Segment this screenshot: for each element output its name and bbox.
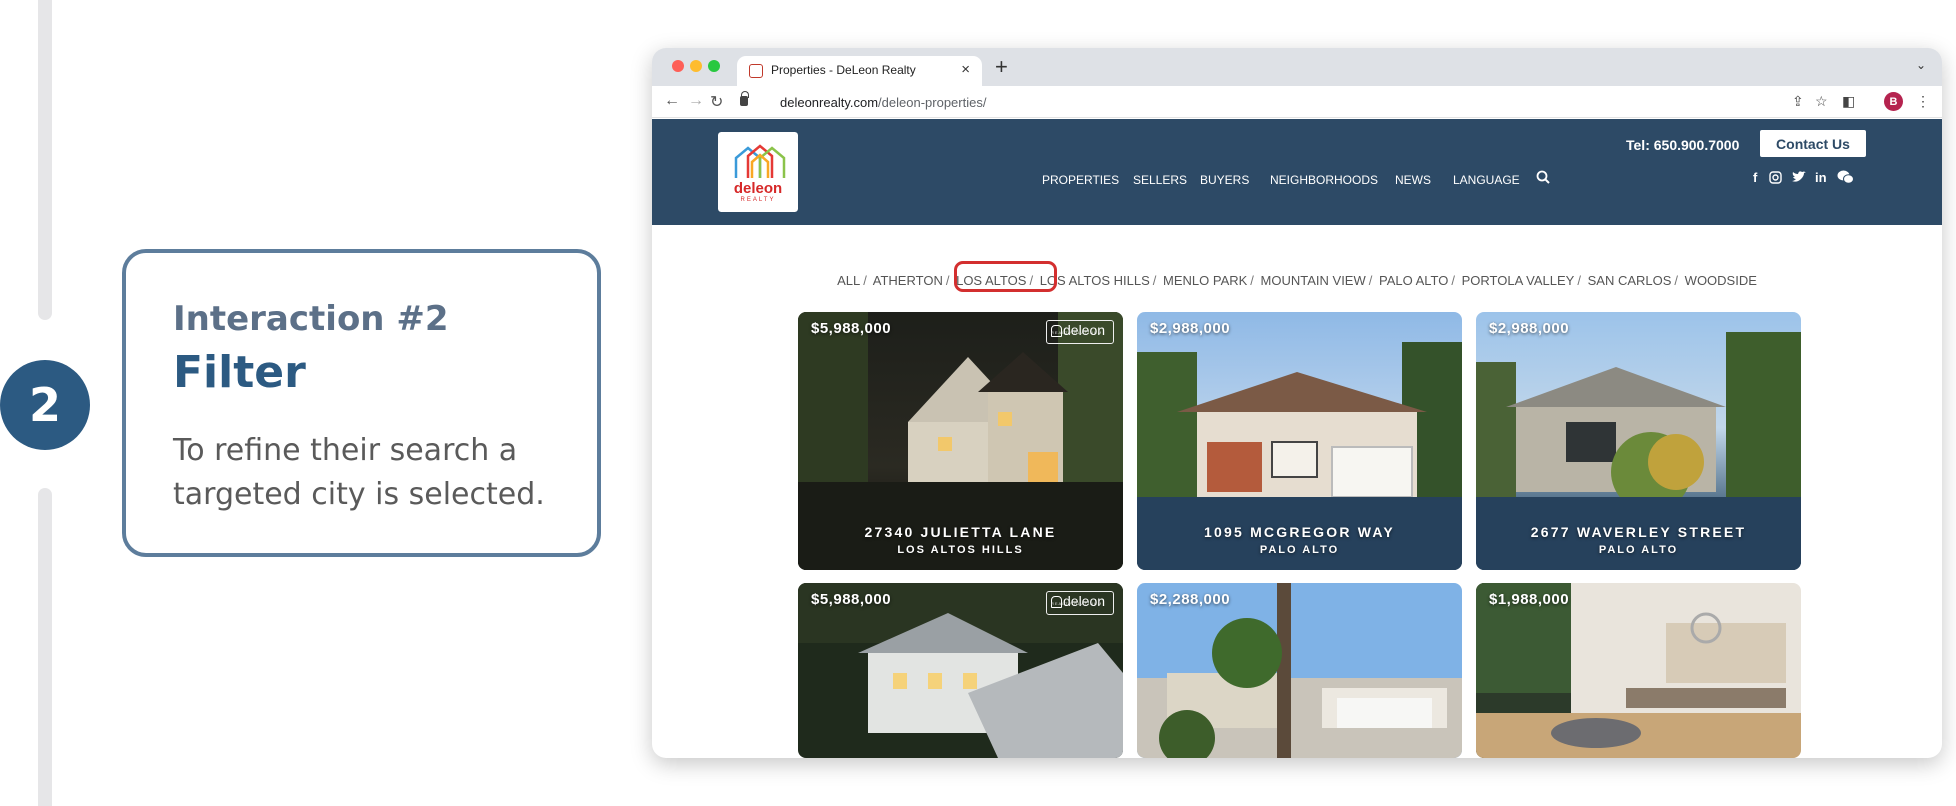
wechat-icon[interactable] (1837, 170, 1854, 184)
listing-price: $5,988,000 (811, 591, 892, 608)
site-header: deleon REALTY Tel: 650.900.7000 Contact … (652, 119, 1942, 225)
filter-portola-valley[interactable]: PORTOLA VALLEY (1462, 273, 1575, 288)
facebook-icon[interactable]: f (1753, 170, 1757, 185)
listing-price: $1,988,000 (1489, 591, 1570, 608)
listing-card-2[interactable]: $2,988,000 1095 MCGREGOR WAY PALO ALTO (1137, 312, 1462, 570)
address-bar[interactable]: deleonrealty.com/deleon-properties/ (780, 95, 986, 110)
tab-title: Properties - DeLeon Realty (771, 63, 916, 77)
filter-menlo-park[interactable]: MENLO PARK (1163, 273, 1247, 288)
filter-mountain-view[interactable]: MOUNTAIN VIEW (1261, 273, 1366, 288)
deleon-platinum-badge: deleon REALTY PLATINUM (1046, 320, 1114, 344)
new-tab-icon[interactable]: + (995, 54, 1008, 80)
logo-wordmark: deleon (733, 180, 783, 197)
window-minimize-button[interactable] (690, 60, 702, 72)
contact-us-button[interactable]: Contact Us (1760, 130, 1866, 157)
instagram-icon[interactable] (1769, 171, 1782, 184)
browser-toolbar: ← → ↻ deleonrealty.com/deleon-properties… (652, 86, 1942, 118)
step-number-badge: 2 (0, 360, 90, 450)
timeline-line-top (38, 0, 52, 320)
filter-atherton[interactable]: ATHERTON (873, 273, 943, 288)
listing-price: $5,988,000 (811, 320, 892, 337)
interaction-kicker: Interaction #2 (173, 299, 449, 339)
url-path: /deleon-properties/ (878, 95, 987, 110)
listing-photo (1137, 583, 1462, 758)
callout-card: Interaction #2 Filter To refine their se… (122, 249, 601, 557)
filter-all[interactable]: ALL (837, 273, 860, 288)
nav-properties[interactable]: PROPERTIES (1042, 173, 1119, 187)
back-arrow-icon[interactable]: ← (664, 92, 680, 110)
linkedin-icon[interactable]: in (1815, 170, 1827, 185)
side-panel-icon[interactable]: ◧ (1842, 93, 1855, 110)
tutorial-slide: 2 Interaction #2 Filter To refine their … (0, 0, 1956, 806)
listing-city: PALO ALTO (1259, 544, 1340, 556)
filter-san-carlos[interactable]: SAN CARLOS (1588, 273, 1672, 288)
window-close-button[interactable] (672, 60, 684, 72)
interaction-description: To refine their search a targeted city i… (173, 433, 545, 512)
favicon-icon (749, 64, 763, 78)
search-icon[interactable] (1536, 170, 1550, 184)
nav-sellers[interactable]: SELLERS (1133, 173, 1187, 187)
bookmark-star-icon[interactable]: ☆ (1815, 93, 1828, 110)
logo-houses-icon (734, 144, 786, 178)
deleon-platinum-badge: deleon REALTY PLATINUM (1046, 591, 1114, 615)
selected-filter-highlight (954, 261, 1057, 292)
tab-close-icon[interactable]: × (961, 61, 970, 78)
twitter-icon[interactable] (1792, 171, 1806, 183)
lock-icon[interactable] (740, 91, 749, 106)
listing-photo (1476, 583, 1801, 758)
listing-price: $2,988,000 (1150, 320, 1231, 337)
listing-card-6[interactable]: $1,988,000 (1476, 583, 1801, 758)
profile-avatar[interactable]: B (1884, 92, 1903, 111)
listing-address: 2677 WAVERLEY STREET (1530, 524, 1747, 540)
window-zoom-button[interactable] (708, 60, 720, 72)
listing-address: 27340 JULIETTA LANE (864, 524, 1057, 540)
listing-card-5[interactable]: $2,288,000 (1137, 583, 1462, 758)
listing-price: $2,988,000 (1489, 320, 1570, 337)
listing-city: LOS ALTOS HILLS (897, 544, 1024, 556)
filter-palo-alto[interactable]: PALO ALTO (1379, 273, 1448, 288)
tab-search-chevron-icon[interactable]: ⌄ (1916, 58, 1926, 72)
share-icon[interactable]: ⇪ (1792, 93, 1804, 110)
listing-card-1[interactable]: $5,988,000 deleon REALTY PLATINUM 27340 J… (798, 312, 1123, 570)
interaction-title: Filter (173, 347, 306, 398)
browser-window: Properties - DeLeon Realty × + ⌄ ← → ↻ d… (652, 48, 1942, 758)
listing-card-3[interactable]: $2,988,000 2677 WAVERLEY STREET PALO ALT… (1476, 312, 1801, 570)
tab-strip: Properties - DeLeon Realty × + ⌄ (652, 48, 1942, 86)
browser-tab[interactable]: Properties - DeLeon Realty × (737, 56, 982, 86)
reload-icon[interactable]: ↻ (710, 92, 723, 112)
timeline-line-bottom (38, 488, 52, 806)
forward-arrow-icon[interactable]: → (688, 92, 704, 110)
city-filter-bar: ALL / ATHERTON / LOS ALTOS / LOS ALTOS HILL… (837, 273, 1757, 288)
deleon-logo[interactable]: deleon REALTY (717, 131, 799, 213)
filter-woodside[interactable]: WOODSIDE (1685, 273, 1757, 288)
listing-card-4[interactable]: $5,988,000 deleon REALTY PLATINUM (798, 583, 1123, 758)
listing-city: PALO ALTO (1598, 544, 1679, 556)
nav-neighborhoods[interactable]: NEIGHBORHOODS (1270, 173, 1378, 187)
nav-news[interactable]: NEWS (1395, 173, 1431, 187)
nav-language[interactable]: LANGUAGE (1453, 173, 1520, 187)
phone-number[interactable]: Tel: 650.900.7000 (1626, 137, 1739, 153)
logo-subtext: REALTY (740, 197, 776, 203)
more-menu-icon[interactable]: ⋮ (1916, 93, 1930, 110)
listing-address: 1095 MCGREGOR WAY (1204, 524, 1395, 540)
nav-buyers[interactable]: BUYERS (1200, 173, 1249, 187)
listing-price: $2,288,000 (1150, 591, 1231, 608)
url-host: deleonrealty.com (780, 95, 879, 110)
